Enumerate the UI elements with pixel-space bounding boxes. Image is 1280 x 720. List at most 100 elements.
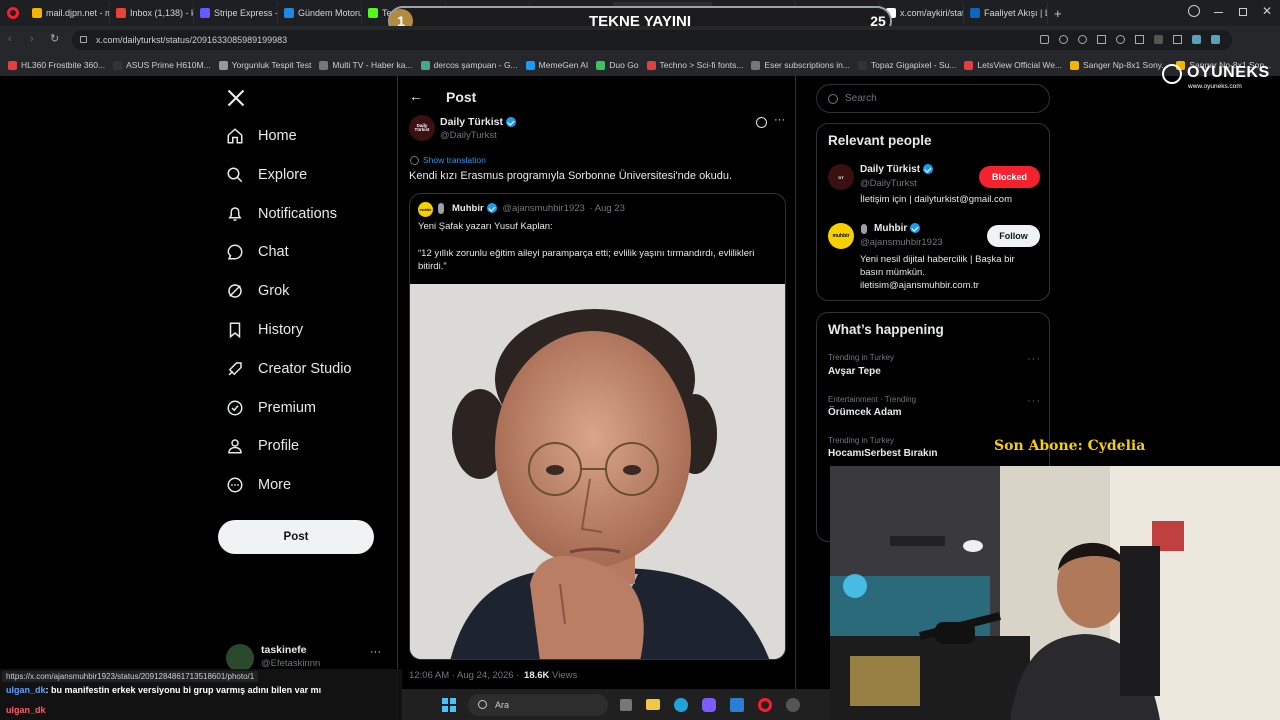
windows-start-icon[interactable] <box>442 697 456 712</box>
browser-tab[interactable]: Faaliyet Akışı | Link <box>964 2 1048 24</box>
left-navigation: Home Explore Notifications Chat Grok History C… <box>218 80 388 680</box>
brand-name: OYUNEKS <box>1187 64 1270 81</box>
nav-item-explore[interactable]: Explore <box>226 166 307 184</box>
opera-logo-icon[interactable] <box>0 2 26 24</box>
bookmark-favicon-icon <box>319 60 329 70</box>
reload-icon[interactable]: ↻ <box>50 32 59 45</box>
person-avatar[interactable]: muhbir <box>828 223 854 249</box>
bookmark-favicon-icon <box>596 60 606 70</box>
microphone-icon <box>438 203 444 214</box>
bookmark-item[interactable]: Eser subscriptions in... <box>751 60 850 70</box>
quoted-post[interactable]: muhbir Muhbir @ajansmuhbir1923 · Aug 23 … <box>409 193 786 660</box>
blocked-button[interactable]: Blocked <box>979 166 1040 188</box>
post-button[interactable]: Post <box>218 520 374 554</box>
bookmark-label: Techno > Sci-fi fonts... <box>659 60 744 70</box>
author-handle: @DailyTurkst <box>440 130 497 141</box>
views-label: Views <box>552 670 578 681</box>
close-window-icon[interactable]: ✕ <box>1262 4 1272 18</box>
author-name-row[interactable]: Daily Türkist <box>440 116 517 128</box>
nav-item-creator-studio[interactable]: Creator Studio <box>226 360 352 378</box>
account-more-icon[interactable]: ··· <box>370 646 381 658</box>
app-taskbar-icon[interactable] <box>786 697 800 712</box>
search-placeholder: Search <box>845 93 877 104</box>
brand-url: www.oyuneks.com <box>1188 83 1242 90</box>
lock-icon[interactable] <box>80 36 87 43</box>
post-more-icon[interactable]: ··· <box>774 114 785 126</box>
trend-more-icon[interactable]: ··· <box>1027 395 1041 407</box>
browser-tab[interactable]: Gündem Motoru <box>278 2 362 24</box>
search-box[interactable]: Search <box>816 84 1050 113</box>
chat-text: : bu manifestin erkek versiyonu bi grup … <box>45 685 322 695</box>
nav-item-profile[interactable]: Profile <box>226 437 299 455</box>
chat-user: ulgan_dk <box>6 685 46 695</box>
bookmark-item[interactable]: Yorgunluk Tespit Test <box>218 60 311 70</box>
nav-item-home[interactable]: Home <box>226 127 297 145</box>
extension-icons[interactable] <box>1040 35 1260 45</box>
edge-icon[interactable] <box>674 697 688 712</box>
tab-favicon-icon <box>116 8 126 18</box>
person-name-row[interactable]: Daily Türkist <box>860 164 934 175</box>
bookmark-item[interactable]: dercos şampuan - G... <box>420 60 518 70</box>
opera-taskbar-icon[interactable] <box>758 697 772 712</box>
maximize-window-icon[interactable] <box>1239 8 1247 16</box>
bookmark-item[interactable]: Duo Go <box>596 60 639 70</box>
bookmark-label: ASUS Prime H610M... <box>126 60 211 70</box>
person-avatar[interactable]: DT <box>828 164 854 190</box>
bookmark-item[interactable]: Techno > Sci-fi fonts... <box>646 60 744 70</box>
new-tab-button[interactable]: + <box>1054 6 1062 21</box>
nav-item-notifications[interactable]: Notifications <box>226 205 337 223</box>
bookmark-item[interactable]: Topaz Gigapixel - Su... <box>857 60 956 70</box>
file-explorer-icon[interactable] <box>646 699 660 710</box>
nav-item-chat[interactable]: Chat <box>226 243 289 261</box>
nav-item-grok[interactable]: Grok <box>226 282 289 300</box>
back-button[interactable]: ← <box>409 88 423 104</box>
status-url: https://x.com/ajansmuhbir1923/status/209… <box>2 671 259 682</box>
back-arrow-icon[interactable]: ‹ <box>8 33 12 45</box>
trend-more-icon[interactable]: ··· <box>1027 353 1041 365</box>
bookmark-label: Eser subscriptions in... <box>764 60 850 70</box>
bookmark-item[interactable]: Sanger Np-8x1 Sony... <box>1070 60 1168 70</box>
bookmark-item[interactable]: HL360 Frostbite 360... <box>8 60 105 70</box>
page-title: Post <box>446 89 477 105</box>
bookmark-favicon-icon <box>646 60 656 70</box>
taskbar-search[interactable]: Ara <box>468 693 608 716</box>
bookmark-icon <box>229 322 241 339</box>
post-text: Kendi kızı Erasmus programıyla Sorbonne … <box>409 170 733 182</box>
minimize-window-icon[interactable] <box>1214 12 1223 13</box>
bookmark-item[interactable]: MemeGen AI <box>525 60 588 70</box>
forward-arrow-icon[interactable]: › <box>30 33 34 45</box>
quote-line-2: “12 yıllık zorunlu eğitim aileyi parampa… <box>418 248 755 272</box>
browser-tab[interactable]: x.com/aykiri/status <box>880 2 964 24</box>
bookmarks-bar: HL360 Frostbite 360... ASUS Prime H610M..… <box>0 54 1280 76</box>
browser-tab[interactable]: mail.djpn.net - mai <box>26 2 110 24</box>
premium-icon <box>227 400 243 416</box>
grok-action-icon[interactable] <box>756 117 767 128</box>
nav-item-history[interactable]: History <box>226 321 303 339</box>
tab-label: Gündem Motoru <box>298 8 362 18</box>
store-icon[interactable] <box>730 697 744 712</box>
browser-tab[interactable]: Inbox (1,138) - kick <box>110 2 194 24</box>
quote-author-name: Muhbir <box>452 203 484 214</box>
bookmark-item[interactable]: Multi TV - Haber ka... <box>319 60 413 70</box>
browser-tab[interactable]: Stripe Express - Log <box>194 2 278 24</box>
bookmark-item[interactable]: ASUS Prime H610M... <box>113 60 211 70</box>
bookmark-item[interactable]: LetsView Official We... <box>964 60 1062 70</box>
nav-item-more[interactable]: More <box>226 476 291 494</box>
task-view-icon[interactable] <box>620 698 632 711</box>
bookmark-favicon-icon <box>751 60 761 70</box>
taskbar-app-icons[interactable] <box>620 697 800 712</box>
person-name: Daily Türkist <box>860 164 921 175</box>
brand-mark-icon <box>1162 64 1182 84</box>
copilot-icon[interactable] <box>702 697 716 712</box>
quote-photo[interactable] <box>410 284 785 659</box>
bookmark-label: Duo Go <box>609 60 639 70</box>
quote-date: · Aug 23 <box>589 203 625 214</box>
follow-button[interactable]: Follow <box>987 225 1040 247</box>
quote-author-handle: @ajansmuhbir1923 <box>502 203 585 214</box>
nav-item-premium[interactable]: Premium <box>226 399 316 417</box>
show-translation-link[interactable]: Show translation <box>423 155 486 165</box>
browser-search-icon[interactable] <box>1188 5 1200 17</box>
author-avatar[interactable]: Daily Türkist <box>409 115 435 141</box>
x-logo-icon[interactable] <box>226 88 246 108</box>
person-name-row[interactable]: Muhbir <box>874 223 921 234</box>
